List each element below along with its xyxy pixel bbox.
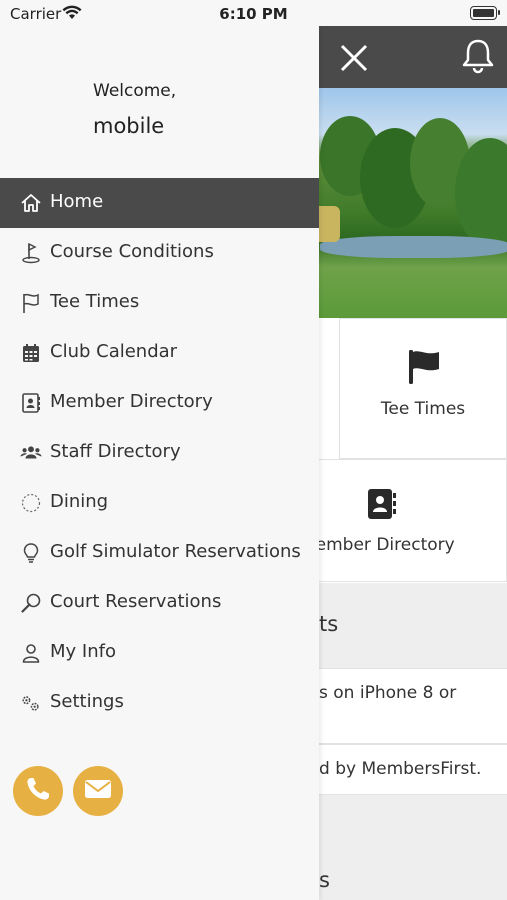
menu-item-label: Course Conditions [50,241,214,262]
section-title: s [319,868,330,892]
menu-item-home[interactable]: Home [0,178,319,228]
welcome-text: Welcome, [93,81,177,101]
menu-item-club-calendar[interactable]: Club Calendar [0,328,319,378]
menu-item-label: Tee Times [50,291,140,312]
phone-button[interactable] [13,766,63,816]
address-book-icon [367,488,397,524]
menu-item-label: Settings [50,691,124,712]
bell-icon[interactable] [460,36,496,76]
menu-item-tee-times[interactable]: Tee Times [0,278,319,328]
home-icon [20,192,42,214]
navigation-drawer: Welcome, mobile Home Course Conditions T… [0,26,319,900]
gears-icon [20,692,42,714]
address-book-icon [20,392,42,414]
tile-label: Member Directory [301,535,455,555]
status-bar: Carrier 6:10 PM [0,0,507,26]
username: mobile [93,114,165,138]
tile-label: Tee Times [380,399,466,419]
flag-icon [408,349,440,389]
plate-icon [20,492,42,514]
flag-icon [20,292,42,314]
menu-item-label: Club Calendar [50,341,178,362]
close-icon[interactable] [334,38,374,78]
section-title: ts [319,612,339,636]
user-icon [20,642,42,664]
lightbulb-icon [20,542,42,564]
list-item-text: d by MembersFirst. [319,759,482,779]
menu-item-label: Staff Directory [50,441,181,462]
menu-item-court-reservations[interactable]: Court Reservations [0,578,319,628]
menu-item-label: My Info [50,641,116,662]
menu-item-settings[interactable]: Settings [0,678,319,728]
golf-flag-icon [20,242,42,264]
menu-item-dining[interactable]: Dining [0,478,319,528]
phone-icon [25,776,51,806]
menu-item-my-info[interactable]: My Info [0,628,319,678]
menu-item-staff-directory[interactable]: Staff Directory [0,428,319,478]
drawer-menu: Home Course Conditions Tee Times Club Ca… [0,178,319,728]
racket-icon [20,592,42,614]
list-item-text: s on iPhone 8 or [319,683,457,703]
battery-icon [470,6,500,20]
email-button[interactable] [73,766,123,816]
menu-item-label: Home [50,191,104,212]
tile-tee-times[interactable]: Tee Times [339,318,507,459]
clock: 6:10 PM [219,5,288,23]
calendar-icon [20,342,42,364]
users-icon [20,442,42,464]
envelope-icon [84,778,112,804]
menu-item-label: Dining [50,491,109,512]
menu-item-member-directory[interactable]: Member Directory [0,378,319,428]
menu-item-label: Golf Simulator Reservations [50,541,301,562]
menu-item-label: Member Directory [50,391,213,412]
menu-item-course-conditions[interactable]: Course Conditions [0,228,319,278]
menu-item-label: Court Reservations [50,591,222,612]
menu-item-golf-simulator[interactable]: Golf Simulator Reservations [0,528,319,578]
